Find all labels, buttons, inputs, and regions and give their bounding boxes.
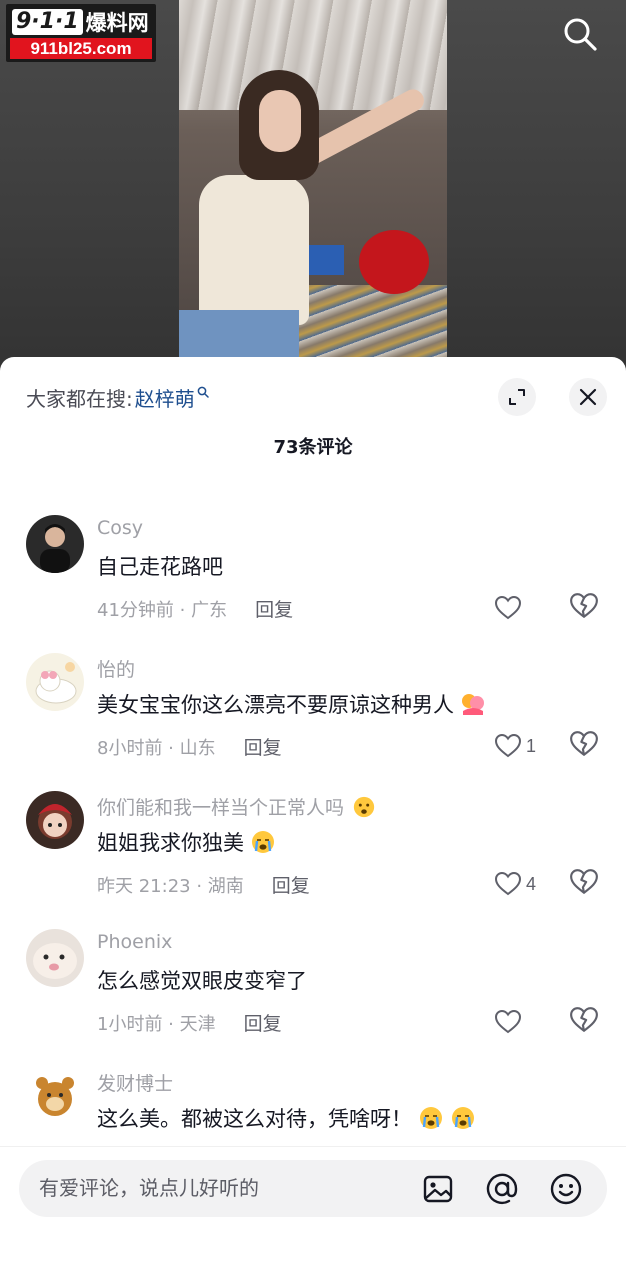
- reply-button[interactable]: 回复: [255, 595, 293, 622]
- comment-text: 美女宝宝你这么漂亮不要原谅这种男人: [97, 689, 486, 719]
- suggestion-label: 大家都在搜:: [26, 386, 133, 411]
- watermark-title: 爆料网: [85, 11, 149, 35]
- like-button[interactable]: [494, 1005, 526, 1039]
- avatar[interactable]: [26, 791, 84, 849]
- comment-username[interactable]: Phoenix: [97, 931, 172, 953]
- comment-sheet: 大家都在搜: 赵梓萌 73条评论 Cosy 自己走花路吧 41分钟前 · 广东 …: [0, 357, 626, 1280]
- comment-text-content: 美女宝宝你这么漂亮不要原谅这种男人: [97, 693, 454, 717]
- comment-username: 你们能和我一样当个正常人吗: [97, 793, 376, 820]
- comment-text: 自己走花路吧: [97, 551, 223, 581]
- comment-text-content: 自己走花路吧: [97, 555, 223, 579]
- like-button[interactable]: 1: [494, 729, 536, 763]
- comment-count-title: 73条评论: [273, 437, 353, 458]
- crying-emoji-icon: [452, 1107, 474, 1129]
- heart-icon: [494, 871, 522, 896]
- reply-button[interactable]: 回复: [272, 871, 310, 898]
- dislike-button[interactable]: [569, 1005, 603, 1039]
- reply-button[interactable]: 回复: [244, 733, 282, 760]
- heart-icon: [494, 1009, 522, 1034]
- comment-meta: 41分钟前 · 广东 回复: [97, 595, 293, 622]
- emoji-button[interactable]: [549, 1172, 583, 1206]
- heart-icon: [494, 595, 522, 620]
- comment-text-content: 怎么感觉双眼皮变窄了: [97, 969, 307, 993]
- video-frame[interactable]: [179, 0, 447, 372]
- search-button[interactable]: [560, 14, 600, 54]
- comment-text: 这么美。都被这么对待，凭啥呀！: [97, 1103, 476, 1133]
- expand-icon: [509, 389, 525, 405]
- small-search-icon: [197, 379, 209, 403]
- mention-button[interactable]: [485, 1172, 519, 1206]
- search-suggestion[interactable]: 大家都在搜: 赵梓萌: [26, 381, 209, 413]
- image-button[interactable]: [421, 1172, 455, 1206]
- comment-time-location: 1小时前 · 天津: [97, 1013, 216, 1035]
- comment-item: 你们能和我一样当个正常人吗 姐姐我求你独美 昨天 21:23 · 湖南 回复 4: [0, 791, 626, 921]
- comment-text: 怎么感觉双眼皮变窄了: [97, 965, 307, 995]
- comment-input-bar: 有爱评论，说点儿好听的: [0, 1146, 626, 1280]
- avatar[interactable]: [26, 515, 84, 573]
- image-icon: [423, 1175, 453, 1203]
- like-count: 1: [526, 735, 537, 756]
- at-sign-icon: [486, 1173, 518, 1205]
- broken-heart-icon: [570, 1007, 598, 1033]
- dislike-button[interactable]: [569, 591, 603, 625]
- video-player[interactable]: 9·1·1 爆料网 911bl25.com: [0, 0, 626, 372]
- expand-button[interactable]: [498, 378, 536, 416]
- comment-meta: 8小时前 · 山东 回复: [97, 733, 282, 760]
- search-icon: [564, 18, 597, 51]
- comment-time-location: 8小时前 · 山东: [97, 737, 216, 759]
- comment-input[interactable]: 有爱评论，说点儿好听的: [19, 1160, 607, 1217]
- broken-heart-icon: [570, 731, 598, 757]
- like-button[interactable]: [494, 591, 526, 625]
- watermark-logo: 9·1·1 爆料网 911bl25.com: [6, 4, 156, 62]
- avatar[interactable]: [26, 929, 84, 987]
- anxious-emoji-icon: [353, 796, 375, 818]
- comment-username[interactable]: 发财博士: [97, 1069, 173, 1096]
- heart-icon: [494, 733, 522, 758]
- smiley-icon: [550, 1173, 582, 1205]
- dislike-button[interactable]: [569, 729, 603, 763]
- video-person-top: [199, 175, 309, 325]
- comment-username[interactable]: 怡的: [97, 655, 135, 682]
- comment-item: 怡的 美女宝宝你这么漂亮不要原谅这种男人 8小时前 · 山东 回复 1: [0, 653, 626, 783]
- video-red-hat: [359, 230, 429, 294]
- avatar[interactable]: [26, 1067, 84, 1125]
- close-button[interactable]: [569, 378, 607, 416]
- comment-meta: 昨天 21:23 · 湖南 回复: [97, 871, 310, 898]
- comment-item: Cosy 自己走花路吧 41分钟前 · 广东 回复: [0, 515, 626, 645]
- comment-text-content: 这么美。都被这么对待，凭啥呀！: [97, 1107, 412, 1131]
- avatar[interactable]: [26, 653, 84, 711]
- crying-emoji-icon: [252, 831, 274, 853]
- comment-username-text[interactable]: 你们能和我一样当个正常人吗: [97, 797, 344, 819]
- hug-emoji-icon: [462, 694, 484, 715]
- suggestion-query-link[interactable]: 赵梓萌: [135, 383, 195, 412]
- video-person-face: [259, 90, 301, 152]
- comment-meta: 1小时前 · 天津 回复: [97, 1009, 282, 1036]
- broken-heart-icon: [570, 869, 598, 895]
- like-button[interactable]: 4: [494, 867, 536, 901]
- comment-time-location: 41分钟前 · 广东: [97, 599, 228, 621]
- comment-item: Phoenix 怎么感觉双眼皮变窄了 1小时前 · 天津 回复: [0, 929, 626, 1059]
- comment-input-placeholder: 有爱评论，说点儿好听的: [39, 1176, 259, 1200]
- crying-emoji-icon: [420, 1107, 442, 1129]
- broken-heart-icon: [570, 593, 598, 619]
- close-icon: [579, 388, 597, 406]
- comment-time-location: 昨天 21:23 · 湖南: [97, 875, 244, 897]
- comment-text-content: 姐姐我求你独美: [97, 831, 244, 855]
- comment-username[interactable]: Cosy: [97, 517, 143, 539]
- watermark-url: 911bl25.com: [10, 38, 152, 59]
- watermark-badge: 9·1·1: [12, 9, 83, 35]
- dislike-button[interactable]: [569, 867, 603, 901]
- reply-button[interactable]: 回复: [244, 1009, 282, 1036]
- comment-text: 姐姐我求你独美: [97, 827, 276, 857]
- like-count: 4: [526, 873, 537, 894]
